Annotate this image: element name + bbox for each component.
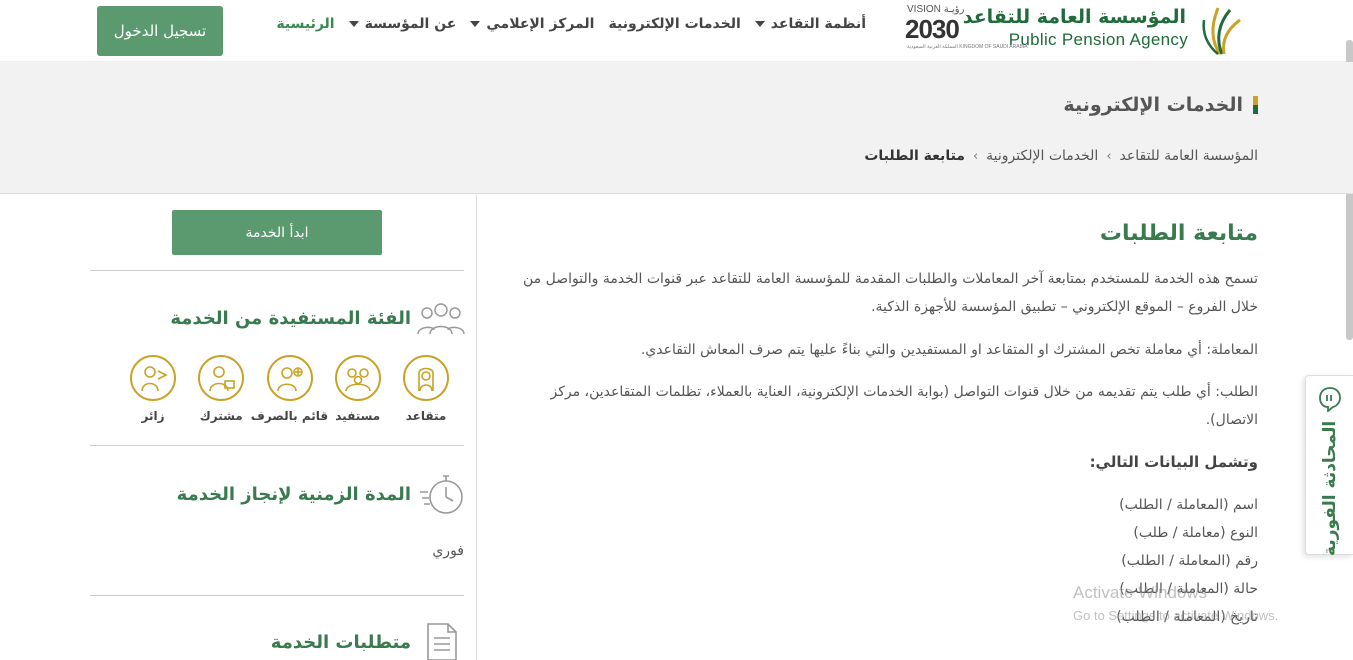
category-subscriber[interactable]: مشترك bbox=[195, 355, 247, 430]
nav-item-media-center[interactable]: المركز الإعلامي bbox=[470, 16, 594, 32]
service-sidebar: ابدأ الخدمة الفئة المستفيدة من الخدمة مت… bbox=[0, 195, 476, 660]
nav-item-label: عن المؤسسة bbox=[364, 16, 457, 32]
disburser-icon bbox=[266, 355, 313, 401]
vision-2030-logo: VISION رؤيـة 2030 المملكة العربية السعود… bbox=[905, 4, 1028, 56]
visitor-icon bbox=[130, 355, 176, 401]
vision-year: 2030 bbox=[905, 14, 960, 44]
list-item: اسم (المعاملة / الطلب) bbox=[1119, 497, 1258, 513]
caret-down-icon bbox=[754, 21, 765, 27]
list-item: النوع (معاملة / طلب) bbox=[1133, 525, 1258, 541]
sidebar-divider bbox=[90, 445, 464, 446]
start-service-button[interactable]: ابدأ الخدمة bbox=[172, 210, 382, 255]
breadcrumb-separator: › bbox=[972, 148, 979, 164]
caret-down-icon bbox=[348, 21, 359, 27]
category-label: متقاعد bbox=[405, 409, 447, 423]
sidebar-divider bbox=[90, 270, 464, 271]
title-accent-bar bbox=[1253, 96, 1258, 114]
logo-english-text: Public Pension Agency bbox=[1008, 30, 1188, 49]
agency-logo[interactable]: المؤسسة العامة للتقاعد Public Pension Ag… bbox=[963, 2, 1248, 58]
category-label: مستفيد bbox=[335, 409, 381, 423]
nav-item-about[interactable]: عن المؤسسة bbox=[348, 16, 457, 32]
transaction-definition: المعاملة: أي معاملة تخص المشترك او المتق… bbox=[640, 342, 1258, 358]
service-title: متابعة الطلبات bbox=[1099, 221, 1258, 246]
breadcrumb-item-home[interactable]: المؤسسة العامة للتقاعد bbox=[1120, 148, 1258, 164]
group-of-people-icon bbox=[417, 303, 465, 335]
page-title-text: الخدمات الإلكترونية bbox=[1063, 94, 1243, 116]
caret-down-icon bbox=[470, 21, 481, 27]
retiree-icon bbox=[403, 355, 449, 401]
sidebar-divider bbox=[90, 595, 464, 596]
includes-heading: وتشمل البيانات التالي: bbox=[1089, 453, 1258, 471]
service-intro: تسمح هذه الخدمة للمستخدم بمتابعة آخر الم… bbox=[523, 271, 1258, 315]
main-content: متابعة الطلبات تسمح هذه الخدمة للمستخدم … bbox=[477, 195, 1353, 660]
nav-item-label: المركز الإعلامي bbox=[486, 16, 595, 32]
subscriber-icon bbox=[198, 355, 245, 401]
chat-bubble-icon bbox=[1319, 387, 1341, 412]
stopwatch-icon bbox=[420, 475, 463, 514]
logo-arabic-text: المؤسسة العامة للتقاعد bbox=[962, 6, 1186, 28]
duration-value: فوري bbox=[432, 543, 464, 559]
requirements-heading: متطلبات الخدمة bbox=[270, 632, 411, 653]
duration-heading: المدة الزمنية لإنجاز الخدمة bbox=[176, 484, 411, 505]
palm-leaf-logo-icon bbox=[1202, 7, 1241, 55]
breadcrumb-separator: › bbox=[1106, 148, 1112, 164]
beneficiary-categories: متقاعد مستفيد قائم بالصرف مشترك زائر bbox=[127, 355, 452, 430]
vision-subtitle: المملكة العربية السعودية KINGDOM OF SAUD… bbox=[907, 44, 1028, 50]
category-label: زائر bbox=[141, 409, 165, 423]
login-button[interactable]: تسجيل الدخول bbox=[97, 6, 223, 56]
live-chat-tab[interactable]: المحادثة الفورية bbox=[1305, 375, 1353, 557]
nav-item-label: الخدمات الإلكترونية bbox=[608, 16, 741, 32]
list-item: رقم (المعاملة / الطلب) bbox=[1121, 553, 1258, 569]
category-retiree[interactable]: متقاعد bbox=[400, 355, 452, 430]
breadcrumb-item-current: متابعة الطلبات bbox=[864, 148, 965, 164]
category-visitor[interactable]: زائر bbox=[127, 355, 179, 430]
windows-activation-watermark-subtitle: Go to Settings to activate Windows. bbox=[1073, 608, 1279, 623]
beneficiaries-heading: الفئة المستفيدة من الخدمة bbox=[170, 308, 411, 329]
breadcrumb-item-e-services[interactable]: الخدمات الإلكترونية bbox=[986, 148, 1098, 164]
nav-item-label: الرئيسية bbox=[276, 16, 335, 32]
nav-item-home[interactable]: الرئيسية bbox=[276, 16, 334, 32]
category-label: مشترك bbox=[199, 409, 243, 423]
nav-item-label: أنظمة التقاعد bbox=[770, 16, 866, 32]
windows-activation-watermark-title: Activate Windows bbox=[1073, 583, 1208, 602]
page-title-band: الخدمات الإلكترونية المؤسسة العامة للتقا… bbox=[0, 62, 1353, 194]
page-title: الخدمات الإلكترونية bbox=[1063, 94, 1258, 116]
nav-item-pension-systems[interactable]: أنظمة التقاعد bbox=[754, 16, 866, 32]
main-nav: الرئيسية عن المؤسسة المركز الإعلامي الخد… bbox=[276, 16, 866, 32]
beneficiary-icon bbox=[334, 355, 381, 401]
document-checklist-icon bbox=[427, 623, 457, 660]
category-beneficiary[interactable]: مستفيد bbox=[332, 355, 384, 430]
site-header: المؤسسة العامة للتقاعد Public Pension Ag… bbox=[0, 0, 1353, 62]
breadcrumb: المؤسسة العامة للتقاعد › الخدمات الإلكتر… bbox=[864, 148, 1258, 164]
nav-item-e-services[interactable]: الخدمات الإلكترونية bbox=[608, 16, 740, 32]
request-definition: الطلب: أي طلب يتم تقديمه من خلال قنوات ا… bbox=[550, 384, 1258, 428]
live-chat-label: المحادثة الفورية bbox=[1320, 420, 1340, 557]
category-label: قائم بالصرف bbox=[250, 409, 329, 423]
category-disburser[interactable]: قائم بالصرف bbox=[251, 355, 328, 430]
